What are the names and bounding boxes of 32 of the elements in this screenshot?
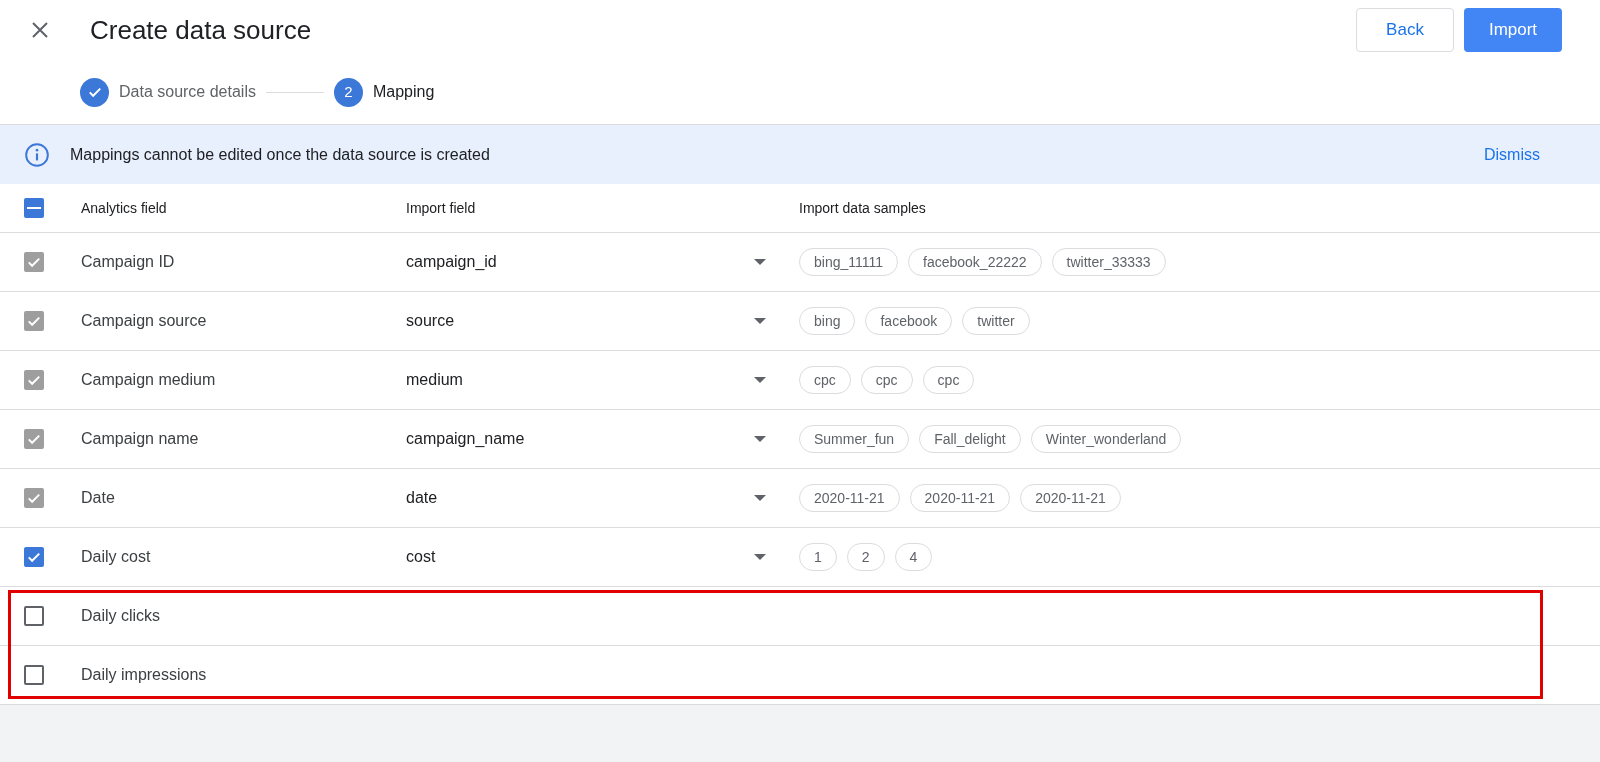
checkbox[interactable] [24, 547, 44, 567]
dash-icon [27, 207, 41, 209]
banner-message: Mappings cannot be edited once the data source is created [70, 144, 491, 165]
step-label[interactable]: Data source details [119, 80, 256, 104]
analytics-field: Daily impressions [81, 663, 406, 687]
analytics-field: Campaign medium [81, 368, 406, 392]
import-field-dropdown[interactable]: cost [406, 545, 766, 569]
dropdown-arrow-icon [754, 495, 766, 501]
analytics-field: Daily clicks [81, 604, 406, 628]
step-label[interactable]: Mapping [372, 80, 435, 104]
dropdown-arrow-icon [754, 554, 766, 560]
column-header: Analytics field [81, 198, 168, 218]
analytics-field: Campaign source [81, 309, 406, 333]
analytics-field: Campaign name [81, 427, 406, 451]
analytics-field: Daily cost [81, 545, 406, 569]
dropdown-arrow-icon [754, 318, 766, 324]
checkbox[interactable] [24, 606, 44, 626]
select-all-checkbox[interactable] [24, 198, 44, 218]
dropdown-arrow-icon [754, 436, 766, 442]
dropdown-arrow-icon [754, 377, 766, 383]
analytics-field: Campaign ID [81, 250, 406, 274]
header-button[interactable]: Back [1356, 8, 1454, 52]
column-header: Import field [406, 198, 477, 218]
dismiss-link[interactable]: Dismiss [1484, 142, 1540, 167]
checkbox[interactable] [24, 665, 44, 685]
header-button[interactable]: Import [1464, 8, 1562, 52]
analytics-field: Date [81, 486, 406, 510]
column-header: Import data samples [799, 198, 927, 218]
dropdown-arrow-icon [754, 259, 766, 265]
info-icon [24, 141, 50, 168]
page-title: Create data source [90, 13, 313, 47]
step-number: 2 [333, 77, 363, 107]
